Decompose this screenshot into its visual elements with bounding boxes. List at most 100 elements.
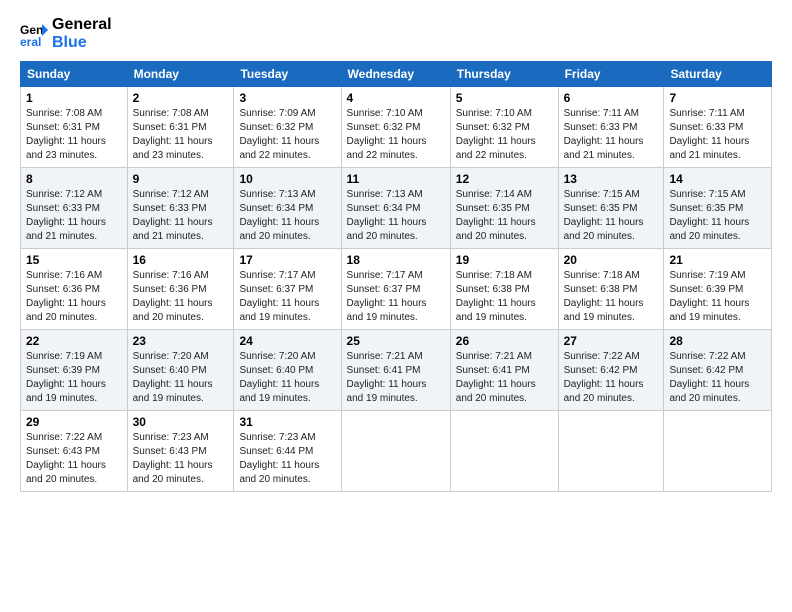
day-number: 22 xyxy=(26,334,122,348)
calendar-cell: 17Sunrise: 7:17 AMSunset: 6:37 PMDayligh… xyxy=(234,249,341,330)
calendar-cell: 8 Sunrise: 7:12 AMSunset: 6:33 PMDaylight… xyxy=(21,168,128,249)
calendar-cell: 29 Sunrise: 7:22 AMSunset: 6:43 PMDayligh… xyxy=(21,411,128,492)
day-number: 8 xyxy=(26,172,122,186)
day-info: Sunrise: 7:18 AMSunset: 6:38 PMDaylight:… xyxy=(456,269,553,325)
day-number: 5 xyxy=(456,91,553,105)
day-number: 25 xyxy=(347,334,445,348)
day-info: Sunrise: 7:08 AMSunset: 6:31 PMDaylight:… xyxy=(133,107,229,163)
day-number: 21 xyxy=(669,253,766,267)
day-number: 26 xyxy=(456,334,553,348)
calendar-cell: 19 Sunrise: 7:18 AMSunset: 6:38 PMDayligh… xyxy=(450,249,558,330)
day-info: Sunrise: 7:16 AMSunset: 6:36 PMDaylight:… xyxy=(26,269,122,325)
day-info: Sunrise: 7:21 AMSunset: 6:41 PMDaylight:… xyxy=(456,350,553,406)
day-number: 28 xyxy=(669,334,766,348)
day-info: Sunrise: 7:14 AMSunset: 6:35 PMDaylight:… xyxy=(456,188,553,244)
calendar-cell: 10Sunrise: 7:13 AMSunset: 6:34 PMDayligh… xyxy=(234,168,341,249)
day-info: Sunrise: 7:22 AMSunset: 6:42 PMDaylight:… xyxy=(669,350,766,406)
logo-text: General Blue xyxy=(52,16,112,51)
day-info: Sunrise: 7:23 AMSunset: 6:44 PMDaylight:… xyxy=(239,431,335,487)
calendar-cell: 22 Sunrise: 7:19 AMSunset: 6:39 PMDayligh… xyxy=(21,330,128,411)
day-number: 19 xyxy=(456,253,553,267)
day-number: 16 xyxy=(133,253,229,267)
calendar-cell: 30 Sunrise: 7:23 AMSunset: 6:43 PMDayligh… xyxy=(127,411,234,492)
day-info: Sunrise: 7:10 AMSunset: 6:32 PMDaylight:… xyxy=(347,107,445,163)
day-number: 3 xyxy=(239,91,335,105)
calendar-cell: 15 Sunrise: 7:16 AMSunset: 6:36 PMDayligh… xyxy=(21,249,128,330)
day-number: 4 xyxy=(347,91,445,105)
calendar-cell: 2 Sunrise: 7:08 AMSunset: 6:31 PMDaylight… xyxy=(127,87,234,168)
day-info: Sunrise: 7:19 AMSunset: 6:39 PMDaylight:… xyxy=(669,269,766,325)
day-number: 14 xyxy=(669,172,766,186)
day-number: 6 xyxy=(564,91,659,105)
day-info: Sunrise: 7:08 AMSunset: 6:31 PMDaylight:… xyxy=(26,107,122,163)
calendar-cell: 1 Sunrise: 7:08 AMSunset: 6:31 PMDaylight… xyxy=(21,87,128,168)
calendar-cell: 21 Sunrise: 7:19 AMSunset: 6:39 PMDayligh… xyxy=(664,249,772,330)
calendar-page: Gen eral General Blue SundayMondayTuesda… xyxy=(0,0,792,502)
day-info: Sunrise: 7:20 AMSunset: 6:40 PMDaylight:… xyxy=(133,350,229,406)
header: Gen eral General Blue xyxy=(20,16,772,51)
weekday-header-tuesday: Tuesday xyxy=(234,62,341,87)
calendar-cell: 25Sunrise: 7:21 AMSunset: 6:41 PMDayligh… xyxy=(341,330,450,411)
day-number: 10 xyxy=(239,172,335,186)
weekday-header-thursday: Thursday xyxy=(450,62,558,87)
day-info: Sunrise: 7:22 AMSunset: 6:42 PMDaylight:… xyxy=(564,350,659,406)
day-number: 11 xyxy=(347,172,445,186)
calendar-cell: 14 Sunrise: 7:15 AMSunset: 6:35 PMDayligh… xyxy=(664,168,772,249)
day-number: 23 xyxy=(133,334,229,348)
svg-text:eral: eral xyxy=(20,35,41,48)
calendar-cell: 24Sunrise: 7:20 AMSunset: 6:40 PMDayligh… xyxy=(234,330,341,411)
calendar-cell xyxy=(558,411,664,492)
day-number: 20 xyxy=(564,253,659,267)
calendar-cell xyxy=(664,411,772,492)
day-info: Sunrise: 7:12 AMSunset: 6:33 PMDaylight:… xyxy=(133,188,229,244)
weekday-header-monday: Monday xyxy=(127,62,234,87)
day-number: 1 xyxy=(26,91,122,105)
day-number: 30 xyxy=(133,415,229,429)
day-info: Sunrise: 7:15 AMSunset: 6:35 PMDaylight:… xyxy=(564,188,659,244)
calendar-cell xyxy=(450,411,558,492)
calendar-cell: 9 Sunrise: 7:12 AMSunset: 6:33 PMDaylight… xyxy=(127,168,234,249)
day-info: Sunrise: 7:17 AMSunset: 6:37 PMDaylight:… xyxy=(239,269,335,325)
day-info: Sunrise: 7:15 AMSunset: 6:35 PMDaylight:… xyxy=(669,188,766,244)
weekday-header-wednesday: Wednesday xyxy=(341,62,450,87)
calendar-cell: 20 Sunrise: 7:18 AMSunset: 6:38 PMDayligh… xyxy=(558,249,664,330)
day-info: Sunrise: 7:23 AMSunset: 6:43 PMDaylight:… xyxy=(133,431,229,487)
day-number: 2 xyxy=(133,91,229,105)
calendar-cell: 18 Sunrise: 7:17 AMSunset: 6:37 PMDayligh… xyxy=(341,249,450,330)
day-info: Sunrise: 7:22 AMSunset: 6:43 PMDaylight:… xyxy=(26,431,122,487)
day-info: Sunrise: 7:18 AMSunset: 6:38 PMDaylight:… xyxy=(564,269,659,325)
day-number: 29 xyxy=(26,415,122,429)
calendar-cell: 13 Sunrise: 7:15 AMSunset: 6:35 PMDayligh… xyxy=(558,168,664,249)
day-number: 15 xyxy=(26,253,122,267)
calendar-cell: 7 Sunrise: 7:11 AMSunset: 6:33 PMDaylight… xyxy=(664,87,772,168)
calendar-cell xyxy=(341,411,450,492)
day-number: 13 xyxy=(564,172,659,186)
weekday-header-sunday: Sunday xyxy=(21,62,128,87)
day-info: Sunrise: 7:09 AMSunset: 6:32 PMDaylight:… xyxy=(239,107,335,163)
calendar-cell: 27 Sunrise: 7:22 AMSunset: 6:42 PMDayligh… xyxy=(558,330,664,411)
day-number: 7 xyxy=(669,91,766,105)
calendar-cell: 3 Sunrise: 7:09 AMSunset: 6:32 PMDaylight… xyxy=(234,87,341,168)
calendar-cell: 28 Sunrise: 7:22 AMSunset: 6:42 PMDayligh… xyxy=(664,330,772,411)
calendar-cell: 31 Sunrise: 7:23 AMSunset: 6:44 PMDayligh… xyxy=(234,411,341,492)
calendar-cell: 26 Sunrise: 7:21 AMSunset: 6:41 PMDayligh… xyxy=(450,330,558,411)
day-info: Sunrise: 7:10 AMSunset: 6:32 PMDaylight:… xyxy=(456,107,553,163)
day-info: Sunrise: 7:11 AMSunset: 6:33 PMDaylight:… xyxy=(564,107,659,163)
day-info: Sunrise: 7:17 AMSunset: 6:37 PMDaylight:… xyxy=(347,269,445,325)
calendar-cell: 4 Sunrise: 7:10 AMSunset: 6:32 PMDaylight… xyxy=(341,87,450,168)
weekday-header-saturday: Saturday xyxy=(664,62,772,87)
day-number: 9 xyxy=(133,172,229,186)
day-number: 31 xyxy=(239,415,335,429)
day-number: 12 xyxy=(456,172,553,186)
day-info: Sunrise: 7:11 AMSunset: 6:33 PMDaylight:… xyxy=(669,107,766,163)
weekday-header-friday: Friday xyxy=(558,62,664,87)
day-info: Sunrise: 7:16 AMSunset: 6:36 PMDaylight:… xyxy=(133,269,229,325)
day-number: 18 xyxy=(347,253,445,267)
calendar-cell: 12 Sunrise: 7:14 AMSunset: 6:35 PMDayligh… xyxy=(450,168,558,249)
day-info: Sunrise: 7:12 AMSunset: 6:33 PMDaylight:… xyxy=(26,188,122,244)
logo-icon: Gen eral xyxy=(20,20,48,48)
day-number: 27 xyxy=(564,334,659,348)
logo: Gen eral General Blue xyxy=(20,16,112,51)
calendar-table: SundayMondayTuesdayWednesdayThursdayFrid… xyxy=(20,61,772,492)
day-info: Sunrise: 7:19 AMSunset: 6:39 PMDaylight:… xyxy=(26,350,122,406)
